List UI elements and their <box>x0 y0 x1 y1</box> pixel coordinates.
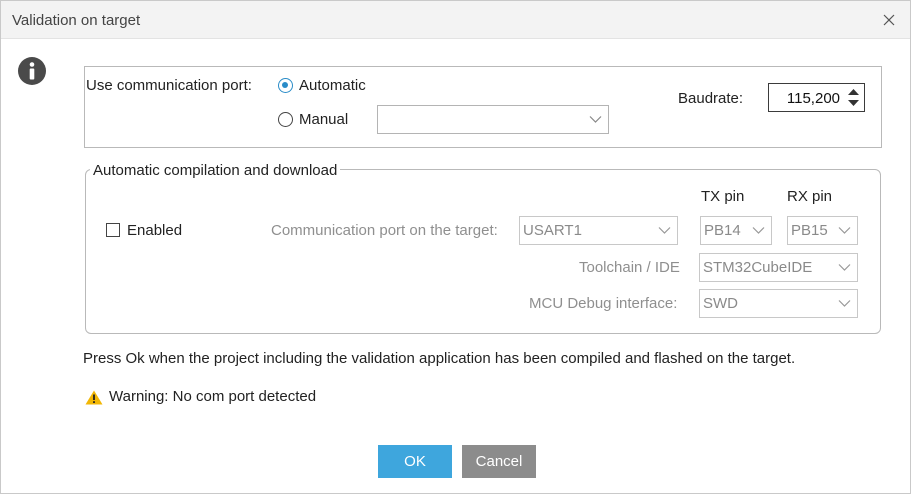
window-title: Validation on target <box>12 12 141 29</box>
chevron-down-icon <box>838 300 851 307</box>
comm-port-label: Communication port on the target: <box>271 222 498 239</box>
tx-pin-header: TX pin <box>701 188 745 205</box>
validation-dialog: Validation on target Use communication p… <box>0 0 911 494</box>
rx-pin-value: PB15 <box>791 222 828 239</box>
toolchain-select[interactable]: STM32CubeIDE <box>699 253 858 282</box>
chevron-down-icon <box>752 227 765 234</box>
cancel-button[interactable]: Cancel <box>462 445 536 478</box>
rx-pin-header: RX pin <box>787 188 833 205</box>
spinner-arrows-icon[interactable] <box>845 86 862 109</box>
automatic-radio-label[interactable]: Automatic <box>299 77 366 94</box>
tx-pin-value: PB14 <box>704 222 741 239</box>
use-port-label: Use communication port: <box>86 77 252 94</box>
enabled-checkbox-label[interactable]: Enabled <box>127 222 182 239</box>
toolchain-label: Toolchain / IDE <box>579 259 680 276</box>
chevron-down-icon <box>838 264 851 271</box>
rx-pin-select[interactable]: PB15 <box>787 216 858 245</box>
ok-button[interactable]: OK <box>378 445 452 478</box>
warning-message: Warning: No com port detected <box>109 388 317 405</box>
enabled-checkbox[interactable] <box>106 223 120 237</box>
debug-interface-value: SWD <box>703 295 738 312</box>
debug-interface-select[interactable]: SWD <box>699 289 858 318</box>
info-icon <box>18 57 46 85</box>
compilation-group-legend: Automatic compilation and download <box>90 162 341 179</box>
baudrate-value[interactable]: 115,200 <box>787 90 840 107</box>
automatic-radio[interactable] <box>278 78 293 93</box>
debug-interface-label: MCU Debug interface: <box>529 295 678 312</box>
toolchain-value: STM32CubeIDE <box>703 259 813 276</box>
chevron-down-icon <box>838 227 851 234</box>
instruction-message: Press Ok when the project including the … <box>83 350 796 367</box>
tx-pin-select[interactable]: PB14 <box>700 216 772 245</box>
title-bar: Validation on target <box>1 1 910 39</box>
chevron-down-icon <box>589 116 602 123</box>
close-icon <box>883 14 895 26</box>
baudrate-spinner[interactable]: 115,200 <box>768 83 865 112</box>
manual-radio[interactable] <box>278 112 293 127</box>
comm-port-select[interactable]: USART1 <box>519 216 678 245</box>
chevron-down-icon <box>658 227 671 234</box>
manual-port-select[interactable] <box>377 105 609 134</box>
warning-icon <box>85 390 103 405</box>
comm-port-value: USART1 <box>523 222 582 239</box>
close-button[interactable] <box>874 5 904 35</box>
manual-radio-label[interactable]: Manual <box>299 111 348 128</box>
baudrate-label: Baudrate: <box>678 90 744 107</box>
